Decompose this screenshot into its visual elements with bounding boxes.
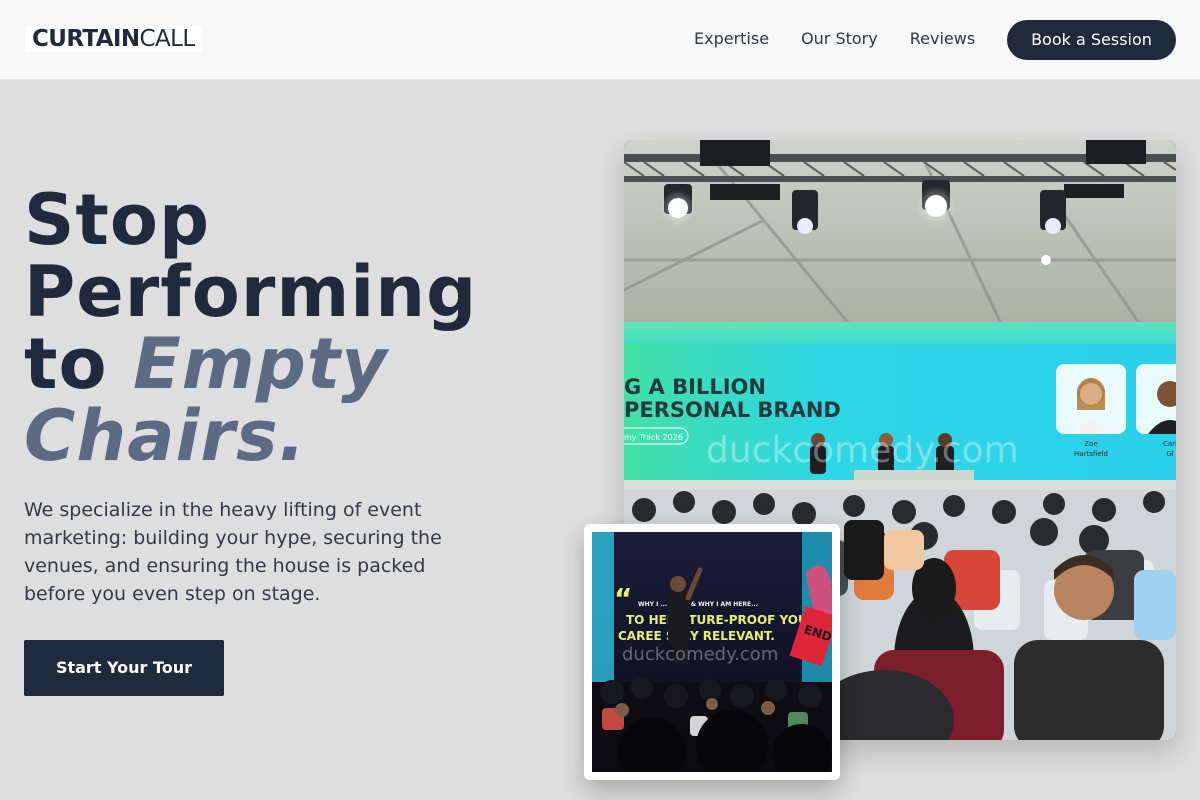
main-nav: Expertise Our Story Reviews <box>694 29 975 49</box>
headline-line-4: Chairs. <box>24 395 307 477</box>
speaker-2-first: Carl <box>1163 440 1176 448</box>
speaker-inset-illustration: “ WHY I ... BOOK & WHY I AM HERE... TO H… <box>592 532 832 772</box>
logo-strong-text: CURTAIN <box>32 26 140 52</box>
headline-plain-word: to <box>24 323 133 405</box>
nav-link-reviews[interactable]: Reviews <box>910 29 975 49</box>
slide-line-1: WHY I ... BOOK & WHY I AM HERE... <box>638 601 758 608</box>
speaker-2-last: Gl <box>1166 450 1173 458</box>
nav-link-our-story[interactable]: Our Story <box>801 29 878 49</box>
logo-light-text: CALL <box>139 26 196 52</box>
speaker-1-last: Hartsfield <box>1074 450 1108 458</box>
main-photo-watermark: duckcomedy.com <box>706 430 1019 471</box>
speaker-inset-image: “ WHY I ... BOOK & WHY I AM HERE... TO H… <box>592 532 832 772</box>
screen-headline-1: G A BILLION <box>624 375 766 399</box>
hero-subtitle: We specialize in the heavy lifting of ev… <box>24 499 442 605</box>
left-neon-panel <box>592 532 614 702</box>
hero-headline: Stop Performing to Empty Chairs. <box>24 184 564 472</box>
headline-line-1: Stop <box>24 179 211 261</box>
brand-logo[interactable]: CURTAINCALL <box>25 26 202 52</box>
inset-watermark: duckcomedy.com <box>622 644 778 665</box>
speaker-1-first: Zoe <box>1084 440 1097 448</box>
quote-mark: “ <box>614 582 632 615</box>
slide-line-3: CAREE STAY RELEVANT. <box>618 629 775 643</box>
site-header: CURTAINCALL Expertise Our Story Reviews … <box>0 0 1200 80</box>
book-session-button[interactable]: Book a Session <box>1007 20 1176 60</box>
start-tour-button[interactable]: Start Your Tour <box>24 640 224 696</box>
headline-line-2: Performing <box>24 251 478 333</box>
screen-tag: my Track 2026 <box>624 433 683 442</box>
inset-audience <box>592 677 832 772</box>
speaker-inset-photo: “ WHY I ... BOOK & WHY I AM HERE... TO H… <box>584 524 840 780</box>
slide-line-2: TO HEL UTURE-PROOF YOUR <box>626 613 817 627</box>
nav-link-expertise[interactable]: Expertise <box>694 29 769 49</box>
headline-accent-word: Empty <box>132 323 388 405</box>
screen-headline-2: PERSONAL BRAND <box>624 398 841 422</box>
headline-line-3: to Empty <box>24 328 564 400</box>
